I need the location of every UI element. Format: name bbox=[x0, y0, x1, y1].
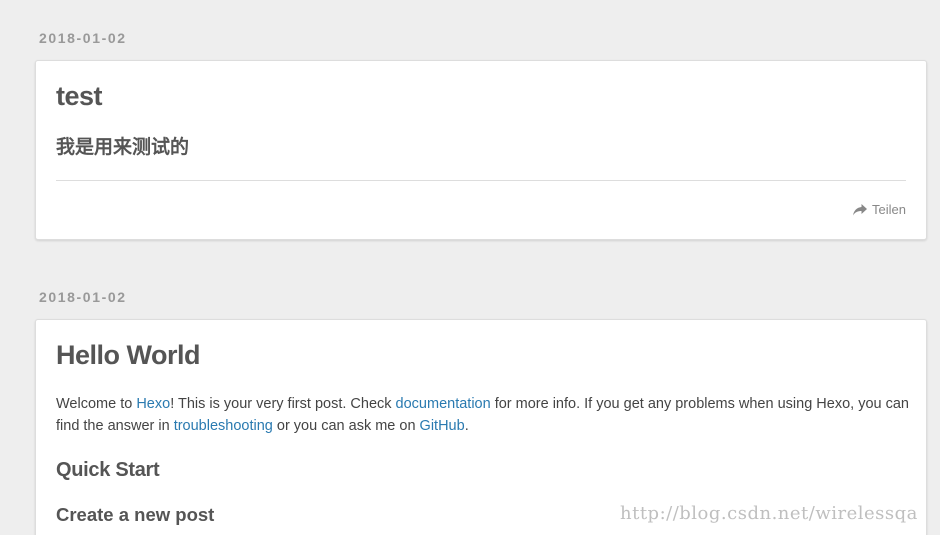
share-label: Teilen bbox=[872, 202, 906, 217]
body-text: . bbox=[464, 418, 469, 434]
github-link[interactable]: GitHub bbox=[420, 418, 465, 434]
post-card: test 我是用来测试的 Teilen bbox=[35, 60, 927, 240]
post-intro-paragraph: Welcome to Hexo! This is your very first… bbox=[56, 393, 911, 437]
share-button[interactable]: Teilen bbox=[853, 202, 906, 217]
subsection-heading-create-post: Create a new post bbox=[56, 504, 215, 525]
post-date: 2018-01-02 bbox=[39, 289, 127, 305]
hexo-link[interactable]: Hexo bbox=[136, 396, 170, 412]
blog-page: 2018-01-02 test 我是用来测试的 Teilen 2018-01-0… bbox=[0, 0, 940, 535]
post-excerpt: 我是用来测试的 bbox=[56, 136, 190, 158]
post-title-link[interactable]: test bbox=[56, 81, 103, 112]
section-heading-quick-start: Quick Start bbox=[56, 459, 160, 481]
troubleshooting-link[interactable]: troubleshooting bbox=[174, 418, 273, 434]
body-text: ! This is your very first post. Check bbox=[170, 396, 396, 412]
post-title-link[interactable]: Hello World bbox=[56, 340, 201, 371]
watermark-url: http://blog.csdn.net/wirelessqa bbox=[620, 503, 918, 524]
share-arrow-icon bbox=[853, 203, 868, 215]
body-text: Welcome to bbox=[56, 396, 137, 412]
documentation-link[interactable]: documentation bbox=[396, 396, 491, 412]
card-divider bbox=[56, 180, 906, 181]
post-date: 2018-01-02 bbox=[39, 30, 127, 46]
body-text: or you can ask me on bbox=[272, 418, 420, 434]
